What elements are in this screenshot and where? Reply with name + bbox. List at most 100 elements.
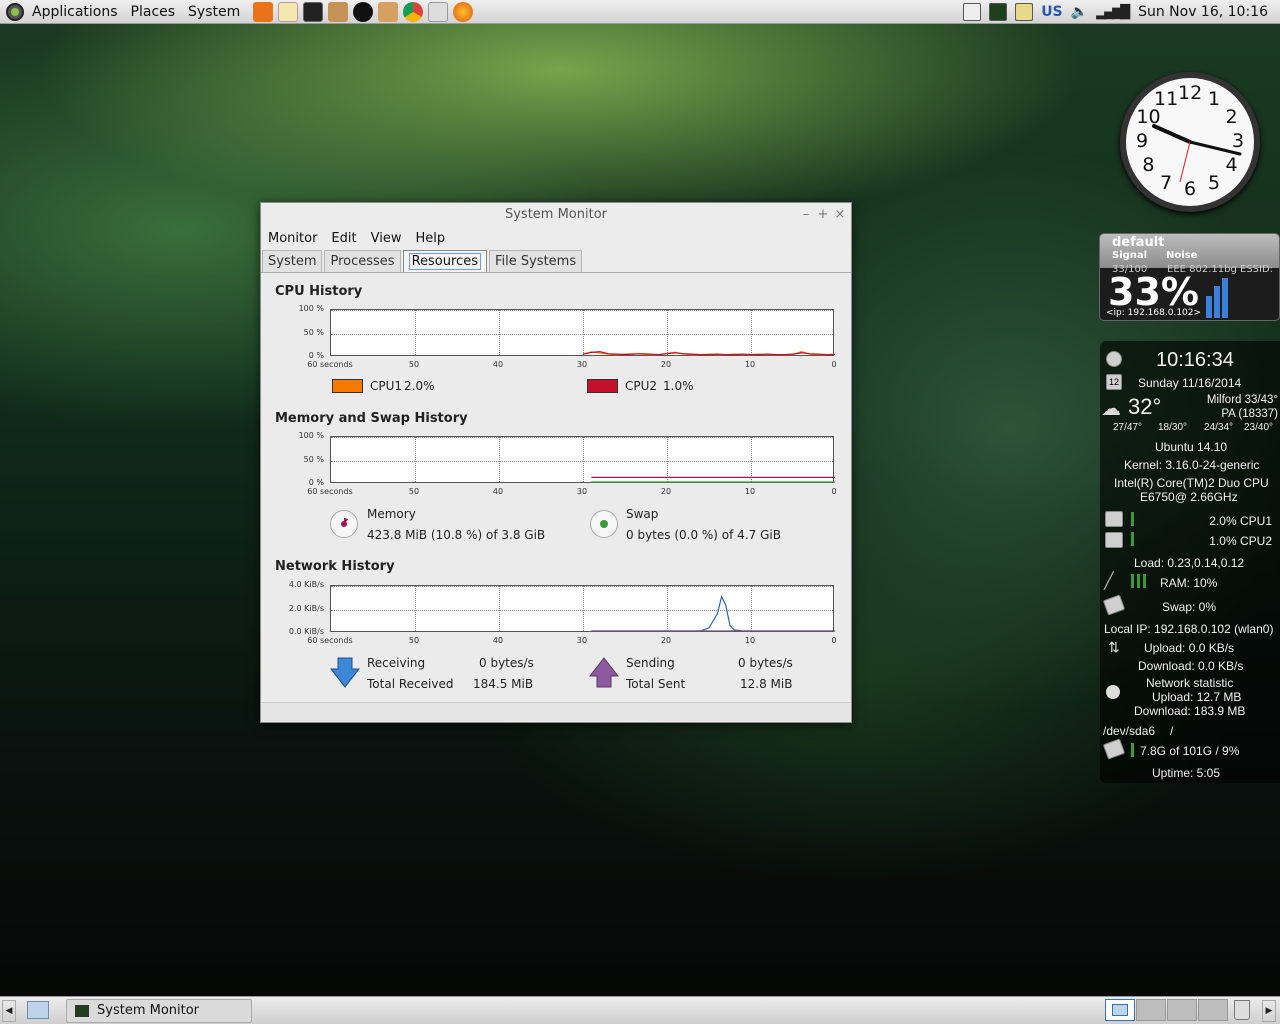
tab-file-systems[interactable]: File Systems <box>488 250 583 272</box>
wifi-bars-icon <box>1206 278 1230 318</box>
x-tick-label: 50 <box>408 360 420 369</box>
receiving-arrow-icon <box>330 657 360 688</box>
wifi-header: default Signal Noise <box>1100 234 1279 268</box>
menu-monitor[interactable]: Monitor <box>268 231 317 246</box>
clock-number-9: 9 <box>1135 130 1149 152</box>
hour-hand <box>1152 124 1192 144</box>
swap-label: Swap <box>626 507 659 521</box>
memory-label: Memory <box>367 507 416 521</box>
system-tray: US 🔈 ▂▄▆█ Sun Nov 16, 10:16 <box>963 0 1280 24</box>
sending-label: Sending <box>626 656 675 670</box>
conky-cpu1: 2.0% CPU1 <box>1209 514 1272 528</box>
y-tick-label: 0.0 KiB/s <box>288 627 324 636</box>
sending-value: 0 bytes/s <box>738 656 793 670</box>
trash-icon[interactable] <box>1234 1000 1250 1020</box>
receiving-value: 0 bytes/s <box>479 656 534 670</box>
close-button[interactable]: × <box>833 203 847 227</box>
x-tick-label: 30 <box>576 487 588 496</box>
memory-history-title: Memory and Swap History <box>275 411 468 426</box>
keyboard-layout[interactable]: US <box>1041 4 1062 20</box>
chart-plot <box>591 594 835 632</box>
workspace-2[interactable] <box>1136 999 1166 1021</box>
tab-processes[interactable]: Processes <box>324 250 401 272</box>
software-center-icon[interactable] <box>253 1 274 22</box>
network-history-chart <box>330 585 835 632</box>
total-sent-value: 12.8 MiB <box>740 677 793 691</box>
show-desktop-icon[interactable] <box>27 1001 49 1019</box>
x-tick-label: 10 <box>744 487 756 496</box>
workspace-1[interactable] <box>1105 999 1135 1021</box>
top-panel: Applications Places System US 🔈 ▂▄▆█ Sun… <box>0 0 1280 24</box>
tab-file-systems-label: File Systems <box>494 254 577 269</box>
menu-edit[interactable]: Edit <box>331 231 356 246</box>
wifi-signal-icon[interactable]: ▂▄▆█ <box>1096 5 1130 20</box>
tab-resources[interactable]: Resources <box>402 250 487 272</box>
calculator-icon[interactable] <box>428 1 449 22</box>
cpu-history-title: CPU History <box>275 284 363 299</box>
weather-cloud-icon: ☁ <box>1101 398 1121 420</box>
total-received-value: 184.5 MiB <box>473 677 534 691</box>
cpu1-color-swatch[interactable] <box>332 379 363 393</box>
workspace-4[interactable] <box>1198 999 1228 1021</box>
system-menu[interactable]: System <box>188 4 240 20</box>
conky-kernel: Kernel: 3.16.0-24-generic <box>1124 458 1260 472</box>
amazon-icon[interactable] <box>353 1 374 22</box>
package-icon[interactable] <box>328 1 349 22</box>
firefox-icon[interactable] <box>453 1 474 22</box>
menubar: Monitor Edit View Help <box>261 227 851 249</box>
x-tick-label: 60 seconds <box>307 636 353 645</box>
chrome-icon[interactable] <box>403 1 424 22</box>
network-tray-icon[interactable] <box>1015 3 1034 21</box>
system-monitor-tray-icon[interactable] <box>989 3 1008 21</box>
text-editor-icon[interactable] <box>278 1 299 22</box>
tab-processes-label: Processes <box>330 254 395 269</box>
terminal-icon[interactable] <box>303 1 324 22</box>
places-menu[interactable]: Places <box>131 4 176 20</box>
workspace-3[interactable] <box>1167 999 1197 1021</box>
x-tick-label: 0 <box>831 360 837 369</box>
swap-pie-icon[interactable] <box>590 510 618 538</box>
y-tick-label: 100 % <box>298 304 324 313</box>
mint-logo-icon[interactable] <box>6 2 24 21</box>
scroll-right-icon[interactable]: ▶ <box>1262 1000 1276 1022</box>
tab-bar: System Processes Resources File Systems <box>261 249 851 273</box>
tab-resources-label: Resources <box>408 253 481 270</box>
conky-upload: Upload: 0.0 KB/s <box>1144 641 1235 655</box>
x-tick-label: 40 <box>492 360 504 369</box>
notes-icon[interactable] <box>963 3 982 21</box>
cpu1-bar <box>1131 512 1134 526</box>
memory-value: 423.8 MiB (10.8 %) of 3.8 GiB <box>367 528 546 542</box>
applications-menu[interactable]: Applications <box>32 4 118 20</box>
archive-manager-icon[interactable] <box>378 1 399 22</box>
x-tick-label: 60 seconds <box>307 360 353 369</box>
x-tick-label: 0 <box>831 636 837 645</box>
forecast-day2: 18/30° <box>1158 422 1188 433</box>
memory-pie-icon[interactable] <box>330 510 358 538</box>
sending-arrow-icon <box>589 657 619 688</box>
resources-panel: CPU History CPU1 2.0% CPU2 1.0% Memory a… <box>262 275 850 703</box>
window-titlebar[interactable]: System Monitor – + × <box>261 203 851 227</box>
minimize-button[interactable]: – <box>799 203 813 227</box>
x-tick-label: 20 <box>660 360 672 369</box>
taskbar-system-monitor[interactable]: System Monitor <box>66 999 252 1023</box>
y-tick-label: 0 % <box>308 478 324 487</box>
menu-help[interactable]: Help <box>415 231 445 246</box>
menu-view[interactable]: View <box>371 231 402 246</box>
x-tick-label: 30 <box>576 360 588 369</box>
cpu2-color-swatch[interactable] <box>587 379 618 393</box>
network-history-title: Network History <box>275 559 395 574</box>
volume-icon[interactable]: 🔈 <box>1071 4 1088 20</box>
forecast-day3: 24/34° <box>1204 422 1234 433</box>
system-monitor-window: System Monitor – + × Monitor Edit View H… <box>260 202 852 723</box>
swap-value: 0 bytes (0.0 %) of 4.7 GiB <box>626 528 781 542</box>
conky-temp: 32° <box>1128 394 1162 419</box>
x-tick-label: 30 <box>576 636 588 645</box>
forecast-day1: 27/47° <box>1113 422 1143 433</box>
scroll-left-icon[interactable]: ◀ <box>2 1000 16 1022</box>
maximize-button[interactable]: + <box>816 203 830 227</box>
tab-system[interactable]: System <box>262 250 323 272</box>
disk-icon <box>1102 738 1126 760</box>
panel-clock[interactable]: Sun Nov 16, 10:16 <box>1138 4 1268 20</box>
x-tick-label: 40 <box>492 636 504 645</box>
cpu1-value: 2.0% <box>404 379 435 393</box>
